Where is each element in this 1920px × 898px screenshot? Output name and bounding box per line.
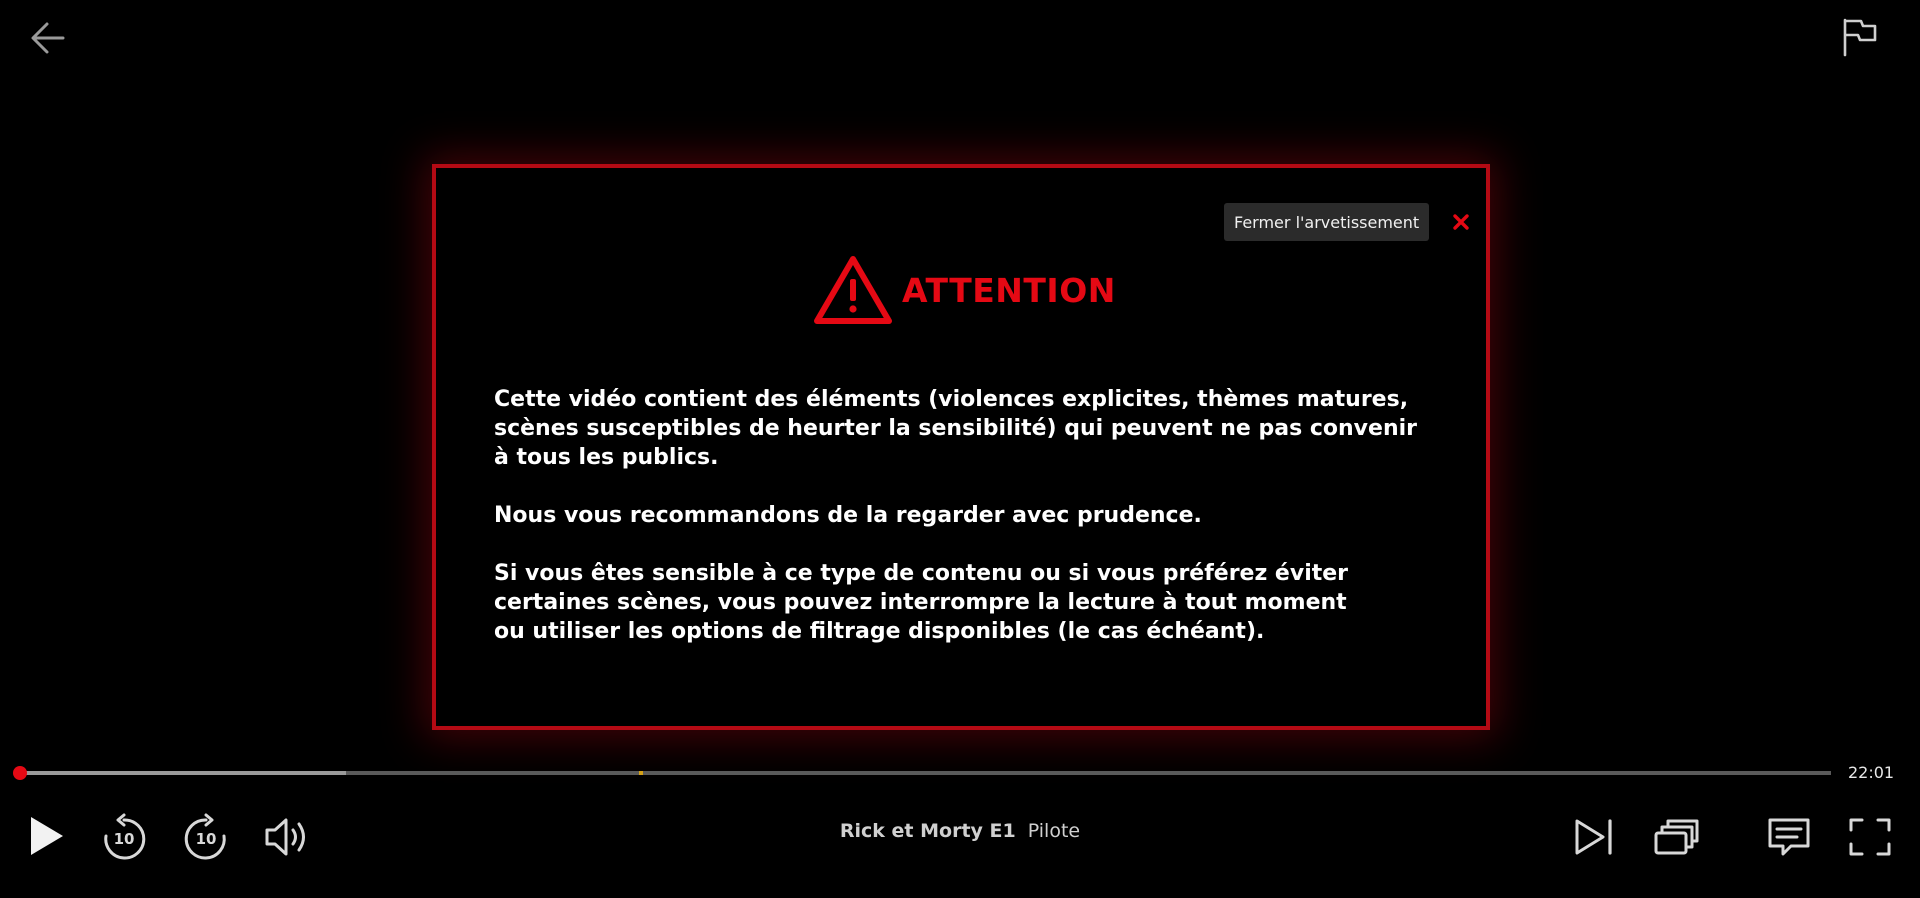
next-episode-button[interactable] bbox=[1570, 814, 1618, 860]
warning-title: ATTENTION bbox=[902, 270, 1116, 310]
warning-paragraph: Si vous êtes sensible à ce type de conte… bbox=[494, 561, 1349, 644]
rewind-10-label: 10 bbox=[114, 830, 135, 848]
back-button[interactable] bbox=[26, 18, 70, 58]
warning-message: Cette vidéo contient des éléments (viole… bbox=[494, 385, 1454, 675]
close-warning-label: Fermer l'arvetissement bbox=[1234, 212, 1420, 232]
progress-bar[interactable] bbox=[13, 766, 1831, 780]
progress-scrubber[interactable] bbox=[13, 766, 27, 780]
play-icon bbox=[31, 817, 63, 855]
episodes-icon bbox=[1654, 819, 1699, 855]
flag-icon bbox=[1843, 18, 1877, 57]
play-button[interactable] bbox=[24, 812, 68, 860]
video-player: Fermer l'arvetissement ATTENTION Cette v… bbox=[0, 0, 1920, 898]
warning-paragraph: Nous vous recommandons de la regarder av… bbox=[494, 503, 1202, 528]
episodes-button[interactable] bbox=[1652, 814, 1700, 860]
episode-title: Pilote bbox=[1027, 820, 1081, 842]
show-title: Rick et Morty E1 bbox=[839, 820, 1016, 842]
time-remaining: 22:01 bbox=[1848, 763, 1895, 782]
rewind-10-icon: 10 bbox=[104, 813, 146, 860]
fullscreen-button[interactable] bbox=[1846, 814, 1894, 860]
warning-header: ATTENTION bbox=[812, 254, 1116, 326]
subtitles-icon bbox=[1768, 818, 1810, 856]
close-warning-button[interactable]: Fermer l'arvetissement bbox=[1224, 203, 1430, 241]
forward-10-label: 10 bbox=[196, 830, 217, 848]
content-warning-modal: Fermer l'arvetissement ATTENTION Cette v… bbox=[432, 164, 1490, 730]
warning-triangle-icon bbox=[814, 256, 892, 324]
volume-icon bbox=[265, 818, 305, 856]
arrow-left-icon bbox=[31, 22, 65, 54]
progress-marker bbox=[639, 771, 644, 775]
warning-paragraph: Cette vidéo contient des éléments (viole… bbox=[494, 387, 1417, 470]
forward-10-icon: 10 bbox=[184, 813, 226, 860]
progress-buffered bbox=[20, 771, 346, 775]
subtitles-audio-button[interactable] bbox=[1766, 814, 1812, 860]
rewind-10-button[interactable]: 10 bbox=[98, 812, 150, 862]
next-episode-icon bbox=[1575, 819, 1612, 855]
volume-button[interactable] bbox=[262, 814, 312, 860]
fullscreen-icon bbox=[1849, 818, 1891, 856]
close-x-icon[interactable] bbox=[1449, 210, 1473, 234]
forward-10-button[interactable]: 10 bbox=[180, 812, 232, 862]
report-problem-button[interactable] bbox=[1838, 16, 1880, 58]
